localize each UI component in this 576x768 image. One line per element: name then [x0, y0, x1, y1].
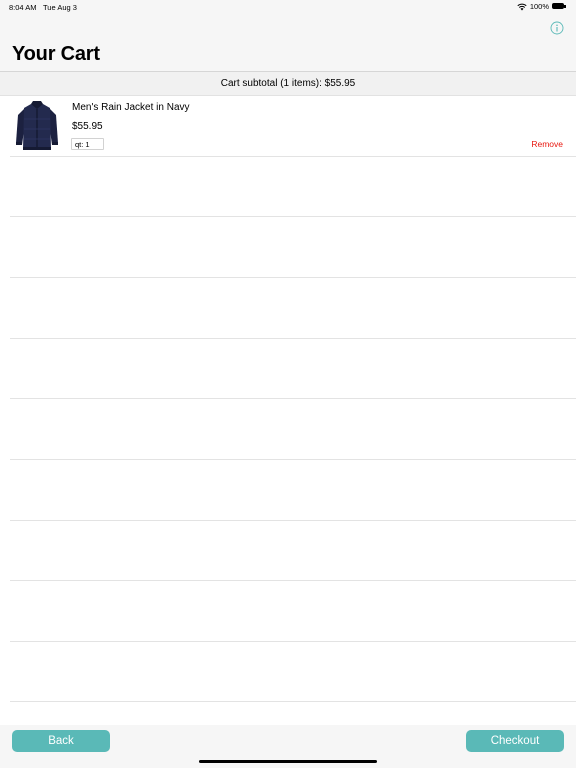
home-indicator: [199, 760, 377, 763]
row-divider: [10, 156, 576, 157]
checkout-button[interactable]: Checkout: [466, 730, 564, 752]
row-divider: [10, 641, 576, 642]
cart-item[interactable]: Men's Rain Jacket in Navy $55.95 qt: 1 R…: [0, 96, 576, 156]
cart-screen: 8:04 AM Tue Aug 3 100% Your Cart Cart su…: [0, 0, 576, 768]
row-divider: [10, 277, 576, 278]
status-time: 8:04 AM: [9, 3, 37, 12]
cart-list[interactable]: Men's Rain Jacket in Navy $55.95 qt: 1 R…: [0, 96, 576, 725]
row-divider: [10, 398, 576, 399]
row-divider: [10, 701, 576, 702]
row-divider: [10, 580, 576, 581]
quantity-field[interactable]: qt: 1: [71, 138, 104, 150]
status-indicators: 100%: [517, 2, 566, 11]
wifi-icon: [517, 3, 527, 10]
battery-percent: 100%: [529, 2, 549, 11]
info-circle-icon[interactable]: [550, 21, 564, 35]
remove-button[interactable]: Remove: [531, 139, 563, 149]
product-price: $55.95: [72, 121, 103, 132]
battery-icon: [552, 3, 566, 10]
back-button[interactable]: Back: [12, 730, 110, 752]
subtotal-text: Cart subtotal (1 items): $55.95: [220, 78, 356, 89]
row-divider: [10, 338, 576, 339]
row-divider: [10, 520, 576, 521]
product-name[interactable]: Men's Rain Jacket in Navy: [72, 102, 190, 113]
page-title: Your Cart: [12, 43, 100, 65]
status-date: Tue Aug 3: [43, 3, 77, 12]
bottom-toolbar: Back Checkout: [0, 725, 576, 768]
row-divider: [10, 459, 576, 460]
row-divider: [10, 216, 576, 217]
status-bar: 8:04 AM Tue Aug 3 100%: [0, 0, 576, 14]
subtotal-bar: Cart subtotal (1 items): $55.95: [0, 71, 576, 96]
navy-rain-jacket-image: [16, 101, 58, 150]
